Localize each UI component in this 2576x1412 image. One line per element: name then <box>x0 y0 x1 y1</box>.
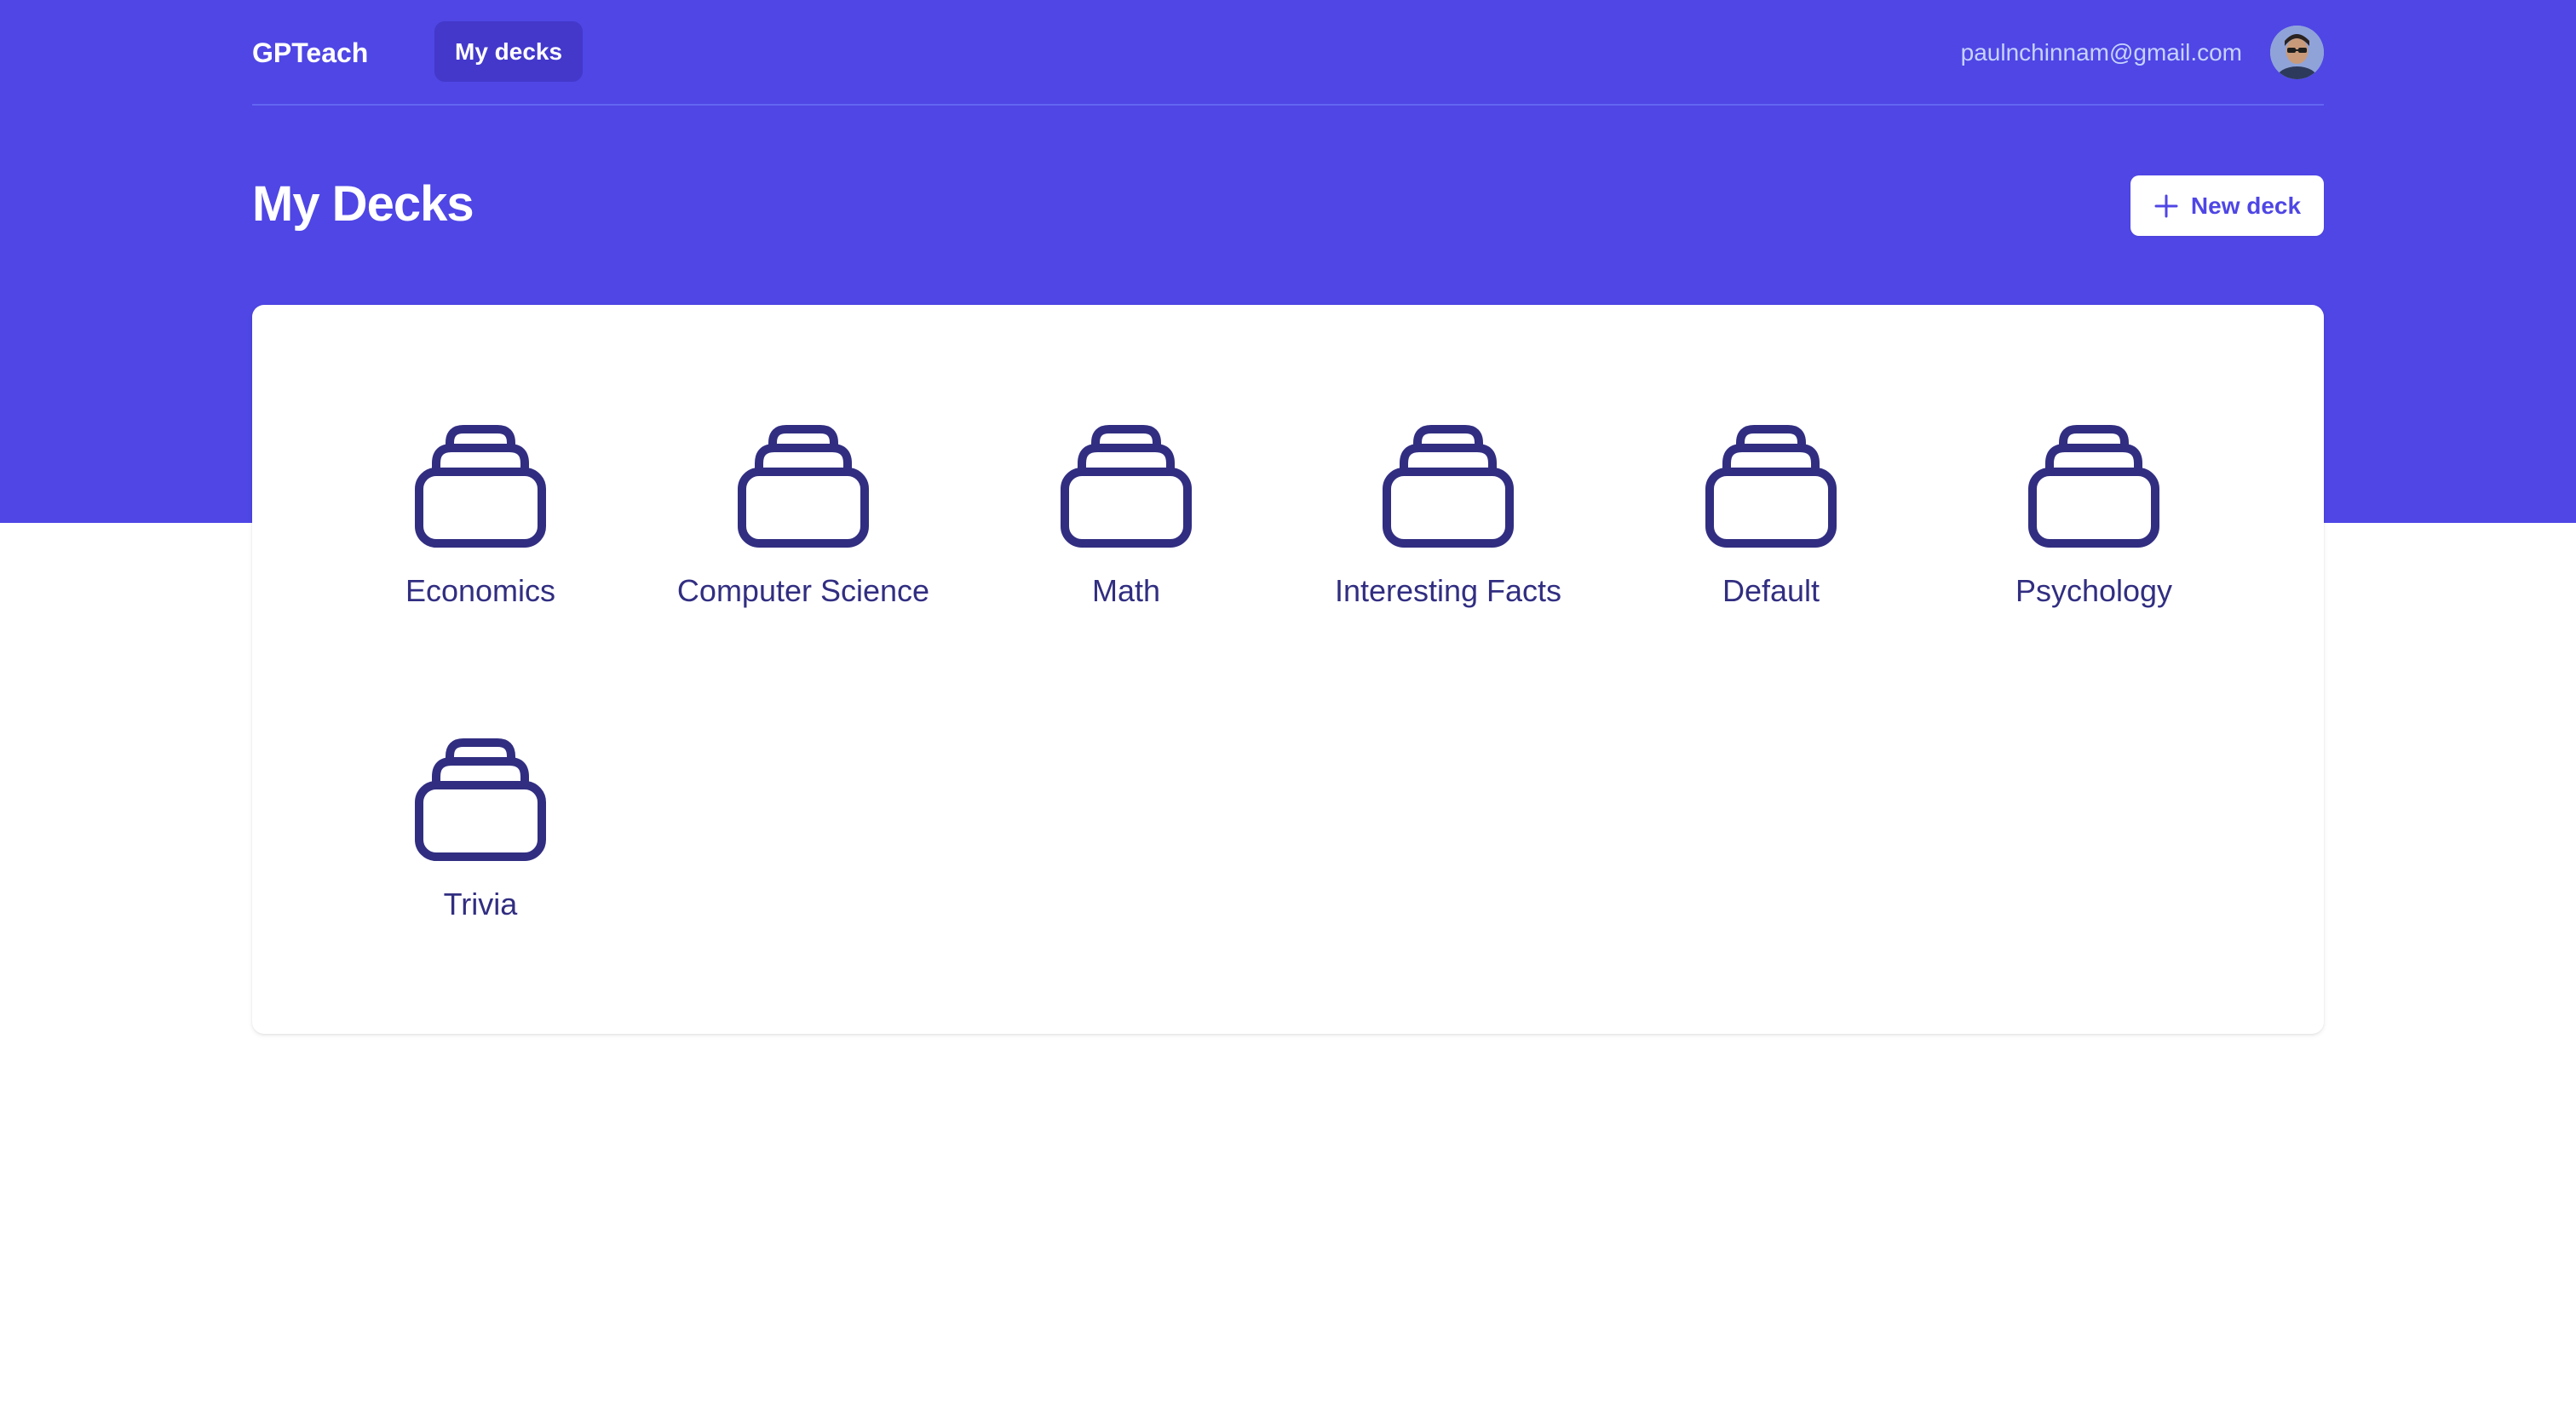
deck-icon <box>1380 424 1516 550</box>
deck-label: Math <box>1091 573 1161 608</box>
deck-label: Economics <box>405 573 556 608</box>
new-deck-button[interactable]: New deck <box>2130 175 2324 236</box>
deck-item[interactable]: Trivia <box>336 738 625 959</box>
deck-label: Interesting Facts <box>1334 573 1562 608</box>
deck-icon <box>2026 424 2162 550</box>
nav-my-decks[interactable]: My decks <box>434 21 584 82</box>
deck-icon <box>1703 424 1839 550</box>
page-title: My Decks <box>252 176 474 232</box>
deck-label: Psychology <box>2015 573 2173 608</box>
avatar-image <box>2270 26 2324 79</box>
deck-item[interactable]: Interesting Facts <box>1303 424 1593 646</box>
deck-icon <box>412 738 549 864</box>
user-email: paulnchinnam@gmail.com <box>1960 39 2242 66</box>
avatar[interactable] <box>2270 26 2324 79</box>
deck-item[interactable]: Psychology <box>1949 424 2239 646</box>
deck-grid: Economics Computer Science Math Interesting… <box>252 305 2324 1034</box>
new-deck-label: New deck <box>2190 192 2302 219</box>
decks-card: Economics Computer Science Math Interesting… <box>252 305 2324 1034</box>
brand-logo[interactable]: GPTeach <box>252 34 368 72</box>
top-navbar: GPTeach My decks paulnchinnam@gmail.com <box>252 0 2324 106</box>
deck-item[interactable]: Economics <box>336 424 625 646</box>
deck-label: Default <box>1722 573 1820 608</box>
deck-icon <box>412 424 549 550</box>
plus-icon <box>2153 193 2179 219</box>
deck-label: Computer Science <box>676 573 930 608</box>
deck-icon <box>1058 424 1194 550</box>
deck-label: Trivia <box>443 887 518 921</box>
deck-item[interactable]: Default <box>1626 424 1916 646</box>
deck-item[interactable]: Math <box>981 424 1271 646</box>
deck-icon <box>735 424 871 550</box>
deck-item[interactable]: Computer Science <box>658 424 948 646</box>
